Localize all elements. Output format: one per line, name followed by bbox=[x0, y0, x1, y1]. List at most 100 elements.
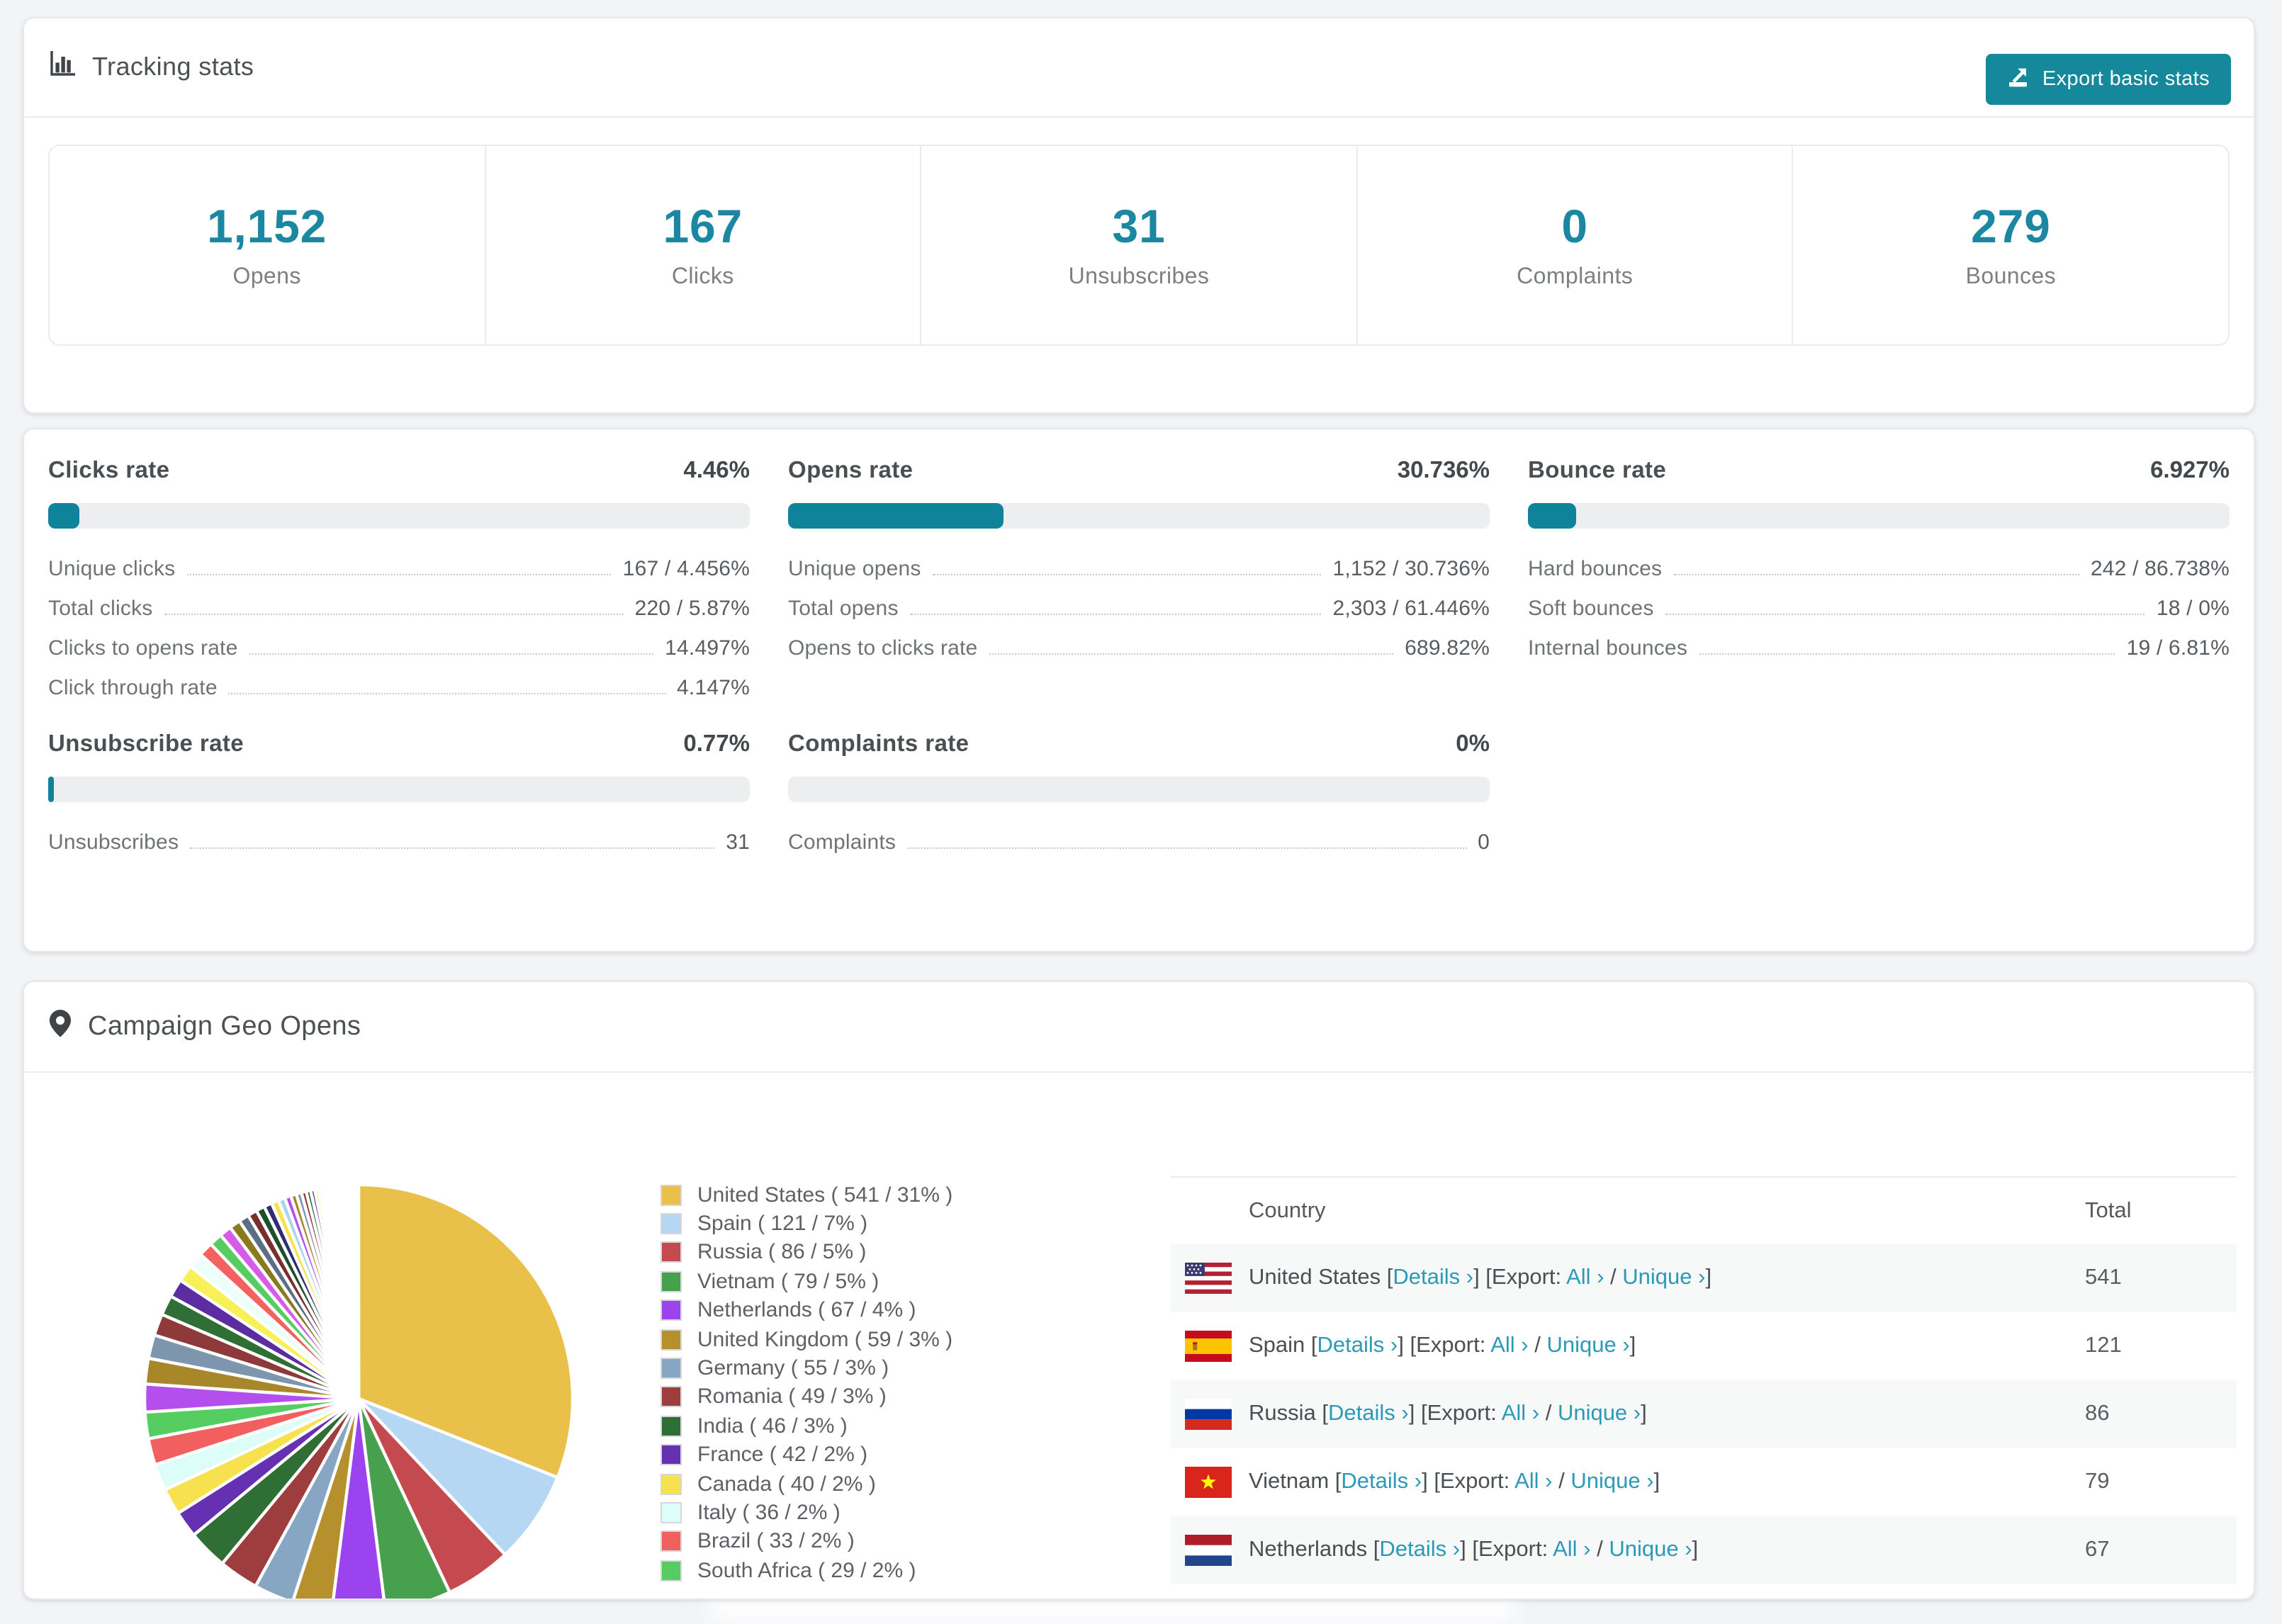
export-all-link[interactable]: All › bbox=[1490, 1333, 1528, 1358]
geo-table: Country Total United States [Details ›] … bbox=[1171, 1176, 2237, 1598]
export-all-link[interactable]: All › bbox=[1566, 1265, 1604, 1290]
legend-label: Canada ( 40 / 2% ) bbox=[697, 1472, 876, 1496]
legend-color-chip bbox=[661, 1241, 682, 1263]
export-unique-link[interactable]: Unique › bbox=[1609, 1538, 1692, 1562]
flag-ru-icon bbox=[1185, 1399, 1232, 1430]
bracket: ] [ bbox=[1408, 1402, 1427, 1426]
details-link[interactable]: Details › bbox=[1393, 1265, 1473, 1290]
rate-value: 0% bbox=[1456, 731, 1490, 757]
rate-row-label: Total clicks bbox=[48, 597, 153, 621]
legend-label: South Africa ( 29 / 2% ) bbox=[697, 1558, 916, 1583]
legend-item-brazil[interactable]: Brazil ( 33 / 2% ) bbox=[661, 1527, 952, 1556]
legend-item-vietnam[interactable]: Vietnam ( 79 / 5% ) bbox=[661, 1267, 952, 1296]
stat-value: 31 bbox=[1112, 200, 1166, 252]
rate-row-value: 2,303 / 61.446% bbox=[1332, 597, 1490, 621]
export-all-link[interactable]: All › bbox=[1553, 1538, 1590, 1562]
legend-color-chip bbox=[661, 1560, 682, 1581]
details-link[interactable]: Details › bbox=[1317, 1333, 1398, 1358]
legend-label: Spain ( 121 / 7% ) bbox=[697, 1212, 868, 1236]
rate-row-value: 18 / 0% bbox=[2156, 597, 2230, 621]
summary-stats: 1,152 Opens 167 Clicks 31 Unsubscribes 0 Compla… bbox=[48, 145, 2230, 346]
rate-row-label: Soft bounces bbox=[1528, 597, 1654, 621]
rate-row-value: 31 bbox=[726, 830, 750, 855]
flag-vn-icon bbox=[1185, 1467, 1232, 1498]
rate-value: 0.77% bbox=[683, 731, 750, 757]
table-row-vn: Vietnam [Details ›] [Export: All › / Uni… bbox=[1171, 1448, 2237, 1516]
rate-row-label: Clicks to opens rate bbox=[48, 636, 238, 660]
table-row-es: Spain [Details ›] [Export: All › / Uniqu… bbox=[1171, 1312, 2237, 1380]
legend-item-france[interactable]: France ( 42 / 2% ) bbox=[661, 1440, 952, 1470]
details-link[interactable]: Details › bbox=[1379, 1538, 1460, 1562]
geo-opens-header: Campaign Geo Opens bbox=[24, 982, 2254, 1073]
geo-opens-card: Campaign Geo Opens United States ( 541 /… bbox=[23, 981, 2255, 1600]
legend-item-russia[interactable]: Russia ( 86 / 5% ) bbox=[661, 1239, 952, 1268]
export-basic-stats-button[interactable]: Export basic stats bbox=[1985, 54, 2231, 105]
legend-item-united-states[interactable]: United States ( 541 / 31% ) bbox=[661, 1180, 952, 1209]
bracket: ] [ bbox=[1473, 1265, 1492, 1290]
bracket: ] bbox=[1653, 1470, 1660, 1494]
dotted-leader bbox=[164, 598, 624, 615]
legend-item-romania[interactable]: Romania ( 49 / 3% ) bbox=[661, 1382, 952, 1411]
export-all-link[interactable]: All › bbox=[1514, 1470, 1552, 1494]
geo-body: United States ( 541 / 31% ) Spain ( 121 /… bbox=[24, 1073, 2254, 1598]
legend-label: Vietnam ( 79 / 5% ) bbox=[697, 1269, 879, 1294]
legend-item-south-africa[interactable]: South Africa ( 29 / 2% ) bbox=[661, 1556, 952, 1585]
tracking-stats-header: Tracking stats bbox=[24, 18, 2254, 118]
rate-rows: Complaints 0 bbox=[788, 830, 1490, 855]
flag-es-icon bbox=[1185, 1331, 1232, 1362]
column-header-total: Total bbox=[2085, 1198, 2132, 1222]
flag-nl-icon bbox=[1185, 1535, 1232, 1566]
rate-rows: Unsubscribes 31 bbox=[48, 830, 750, 855]
rate-row-label: Click through rate bbox=[48, 676, 218, 700]
map-pin-icon bbox=[48, 1008, 72, 1046]
export-label: Export: bbox=[1427, 1402, 1502, 1426]
export-label: Export: bbox=[1439, 1470, 1515, 1494]
bracket: [ bbox=[1386, 1265, 1393, 1290]
export-unique-link[interactable]: Unique › bbox=[1570, 1470, 1653, 1494]
details-link[interactable]: Details › bbox=[1328, 1402, 1409, 1426]
progress-bar-fill bbox=[48, 777, 54, 802]
export-unique-link[interactable]: Unique › bbox=[1622, 1265, 1705, 1290]
table-row-us: United States [Details ›] [Export: All ›… bbox=[1171, 1244, 2237, 1312]
dotted-leader bbox=[1699, 638, 2115, 655]
slash: / bbox=[1590, 1538, 1609, 1562]
details-link[interactable]: Details › bbox=[1341, 1470, 1422, 1494]
rate-value: 4.46% bbox=[683, 458, 750, 483]
geo-pie-chart[interactable] bbox=[139, 1179, 578, 1598]
dotted-leader bbox=[228, 677, 666, 694]
country-cell: Vietnam [Details ›] [Export: All › / Uni… bbox=[1249, 1470, 2085, 1495]
legend-item-spain[interactable]: Spain ( 121 / 7% ) bbox=[661, 1209, 952, 1239]
rate-row: Unique opens 1,152 / 30.736% bbox=[788, 557, 1490, 581]
export-unique-link[interactable]: Unique › bbox=[1546, 1333, 1629, 1358]
dotted-leader bbox=[249, 638, 654, 655]
legend-item-canada[interactable]: Canada ( 40 / 2% ) bbox=[661, 1470, 952, 1499]
rate-row: Total clicks 220 / 5.87% bbox=[48, 597, 750, 621]
legend-label: United Kingdom ( 59 / 3% ) bbox=[697, 1327, 953, 1352]
unsubscribe-rate-panel: Unsubscribe rate 0.77% Unsubscribes 31 bbox=[48, 731, 750, 855]
legend-item-india[interactable]: India ( 46 / 3% ) bbox=[661, 1411, 952, 1440]
export-unique-link[interactable]: Unique › bbox=[1558, 1402, 1641, 1426]
legend-color-chip bbox=[661, 1530, 682, 1552]
rate-row: Hard bounces 242 / 86.738% bbox=[1528, 557, 2230, 581]
legend-label: Netherlands ( 67 / 4% ) bbox=[697, 1298, 916, 1323]
rates-grid: Clicks rate 4.46% Unique clicks 167 / 4.4… bbox=[24, 429, 2254, 855]
stat-tile-opens: 1,152 Opens bbox=[50, 146, 484, 344]
rate-title: Clicks rate bbox=[48, 458, 170, 483]
rate-row: Internal bounces 19 / 6.81% bbox=[1528, 636, 2230, 660]
legend-item-united-kingdom[interactable]: United Kingdom ( 59 / 3% ) bbox=[661, 1325, 952, 1354]
progress-bar-track bbox=[788, 777, 1490, 802]
complaints-rate-panel: Complaints rate 0% Complaints 0 bbox=[788, 731, 1490, 855]
progress-bar-fill bbox=[1528, 503, 1577, 529]
legend-color-chip bbox=[661, 1501, 682, 1523]
legend-color-chip bbox=[661, 1415, 682, 1437]
rate-row: Opens to clicks rate 689.82% bbox=[788, 636, 1490, 660]
table-row-gb: United Kingdom [Details ›] [Export: All … bbox=[1171, 1584, 2237, 1598]
rate-row-value: 689.82% bbox=[1405, 636, 1490, 660]
legend-label: France ( 42 / 2% ) bbox=[697, 1443, 868, 1467]
legend-item-netherlands[interactable]: Netherlands ( 67 / 4% ) bbox=[661, 1296, 952, 1325]
legend-item-italy[interactable]: Italy ( 36 / 2% ) bbox=[661, 1499, 952, 1528]
legend-item-germany[interactable]: Germany ( 55 / 3% ) bbox=[661, 1354, 952, 1383]
stat-label: Complaints bbox=[1517, 265, 1634, 289]
export-all-link[interactable]: All › bbox=[1502, 1402, 1539, 1426]
rate-row-value: 0 bbox=[1478, 830, 1490, 855]
